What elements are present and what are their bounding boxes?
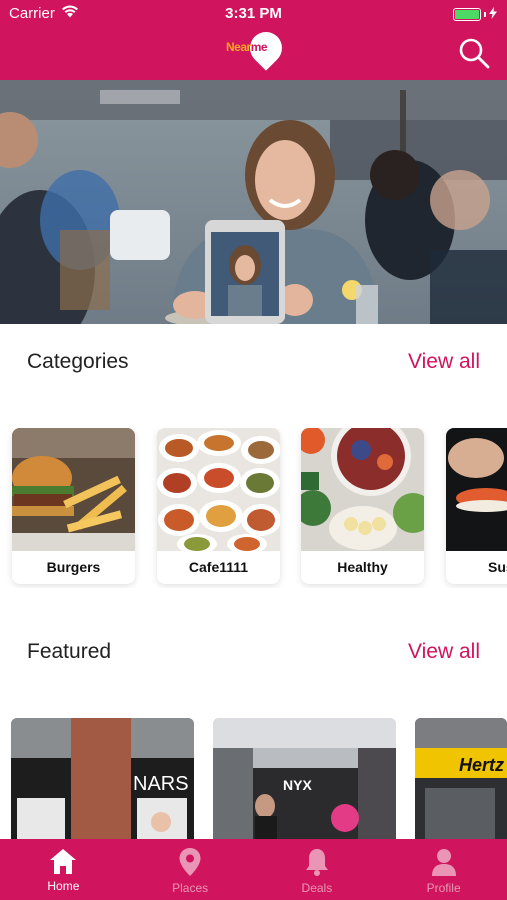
featured-carousel[interactable]: NARS NYX Hertz [0, 718, 507, 839]
tab-label: Profile [426, 881, 461, 895]
featured-title: Featured [27, 640, 112, 663]
tab-label: Places [172, 881, 209, 895]
tab-places[interactable]: Places [127, 839, 254, 900]
hero-banner-image[interactable] [0, 80, 507, 324]
home-icon [50, 849, 77, 874]
status-bar: Carrier 3:31 PM [0, 0, 507, 28]
categories-title: Categories [27, 350, 129, 373]
logo-word-near: Near [226, 40, 251, 54]
battery-indicator [453, 6, 497, 23]
category-card-cafe1111[interactable]: Cafe1111 [157, 428, 280, 584]
category-label: Burgers [46, 559, 101, 575]
location-pin-icon [179, 848, 201, 876]
nyx-store-image: NYX [213, 718, 396, 839]
hero-photo [0, 80, 507, 324]
category-card-healthy[interactable]: Healthy [301, 428, 424, 584]
category-card-burgers[interactable]: Burgers [12, 428, 135, 584]
featured-card-nyx[interactable]: NYX [213, 718, 396, 839]
logo-wordmark: Nearme [226, 40, 268, 54]
hertz-store-image: Hertz [415, 718, 507, 839]
category-card-sushi[interactable]: Sus [446, 428, 507, 584]
app-header: Carrier 3:31 PM Nearme [0, 0, 507, 80]
tab-profile[interactable]: Profile [380, 839, 507, 900]
bell-icon [305, 849, 328, 876]
person-icon [431, 849, 456, 876]
category-label: Healthy [337, 559, 388, 575]
sushi-image [446, 428, 507, 551]
battery-fill [455, 10, 479, 19]
tab-home[interactable]: Home [0, 839, 127, 900]
categories-carousel[interactable]: Burgers Cafe1111 Healthy Su [0, 428, 507, 588]
hertz-sign: Hertz [459, 755, 504, 775]
nyx-sign: NYX [283, 777, 312, 793]
app-screen: Carrier 3:31 PM Nearme Categories View a… [0, 0, 507, 900]
search-icon [459, 38, 490, 69]
category-label: Sus [488, 559, 507, 575]
nars-sign: NARS [133, 773, 189, 795]
featured-card-hertz[interactable]: Hertz [415, 718, 507, 839]
category-label: Cafe1111 [188, 559, 249, 575]
battery-icon [453, 8, 481, 21]
burger-image [12, 428, 135, 551]
battery-tip [484, 12, 486, 17]
charging-bolt-icon [489, 6, 497, 23]
bottom-tab-bar: Home Places Deals Profile [0, 839, 507, 900]
nars-store-image: NARS [11, 718, 194, 839]
status-time: 3:31 PM [225, 5, 282, 22]
healthy-bowls-image [301, 428, 424, 551]
tab-label: Home [47, 879, 80, 893]
logo-word-me: me [250, 40, 268, 54]
categories-view-all-link[interactable]: View all [408, 350, 480, 374]
nearme-logo: Nearme [226, 25, 289, 72]
tab-deals[interactable]: Deals [254, 839, 381, 900]
tab-label: Deals [301, 881, 333, 895]
featured-card-nars[interactable]: NARS [11, 718, 194, 839]
search-button[interactable] [457, 36, 491, 70]
cafe-dishes-image [157, 428, 280, 554]
featured-view-all-link[interactable]: View all [408, 640, 480, 664]
